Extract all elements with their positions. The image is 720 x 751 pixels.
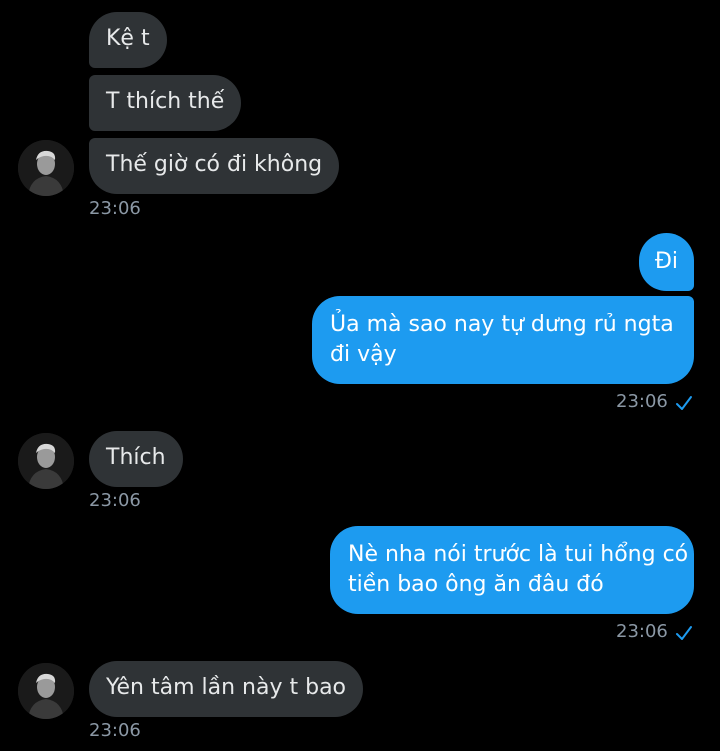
- incoming-message-bubble[interactable]: Yên tâm lần này t bao: [89, 661, 364, 717]
- message-timestamp: 23:06: [89, 490, 141, 511]
- incoming-message-bubble[interactable]: Thế giờ có đi không: [89, 138, 340, 194]
- user-avatar[interactable]: [18, 140, 74, 196]
- message-text-line: đi vậy: [330, 342, 397, 367]
- message-text: Yên tâm lần này t bao: [106, 675, 347, 700]
- check-icon: [676, 396, 692, 410]
- avatar-photo-icon: [18, 433, 74, 489]
- message-text: T thích thế: [106, 89, 225, 114]
- outgoing-message-bubble[interactable]: Nè nha nói trước là tui hổng có tiền bao…: [330, 526, 694, 614]
- incoming-message-bubble[interactable]: Kệ t: [89, 12, 167, 68]
- message-text-line: Ủa mà sao nay tự dưng rủ ngta: [330, 312, 674, 337]
- avatar-photo-icon: [18, 140, 74, 196]
- user-avatar[interactable]: [18, 663, 74, 719]
- incoming-message-bubble[interactable]: T thích thế: [89, 75, 242, 131]
- outgoing-message-bubble[interactable]: Đi: [638, 233, 694, 291]
- message-timestamp: 23:06: [616, 391, 668, 412]
- message-text: Thế giờ có đi không: [106, 152, 323, 177]
- user-avatar[interactable]: [18, 433, 74, 489]
- message-text: Thích: [106, 445, 166, 470]
- message-text-line: tiền bao ông ăn đâu đó: [348, 572, 604, 597]
- check-icon: [676, 626, 692, 640]
- outgoing-message-bubble[interactable]: Ủa mà sao nay tự dưng rủ ngta đi vậy: [312, 296, 694, 384]
- message-text: Đi: [654, 249, 678, 274]
- message-timestamp: 23:06: [616, 621, 668, 642]
- message-timestamp: 23:06: [89, 720, 141, 741]
- incoming-message-bubble[interactable]: Thích: [89, 431, 183, 487]
- message-timestamp: 23:06: [89, 198, 141, 219]
- avatar-photo-icon: [18, 663, 74, 719]
- message-text: Kệ t: [106, 26, 150, 51]
- message-text-line: Nè nha nói trước là tui hổng có: [348, 542, 689, 567]
